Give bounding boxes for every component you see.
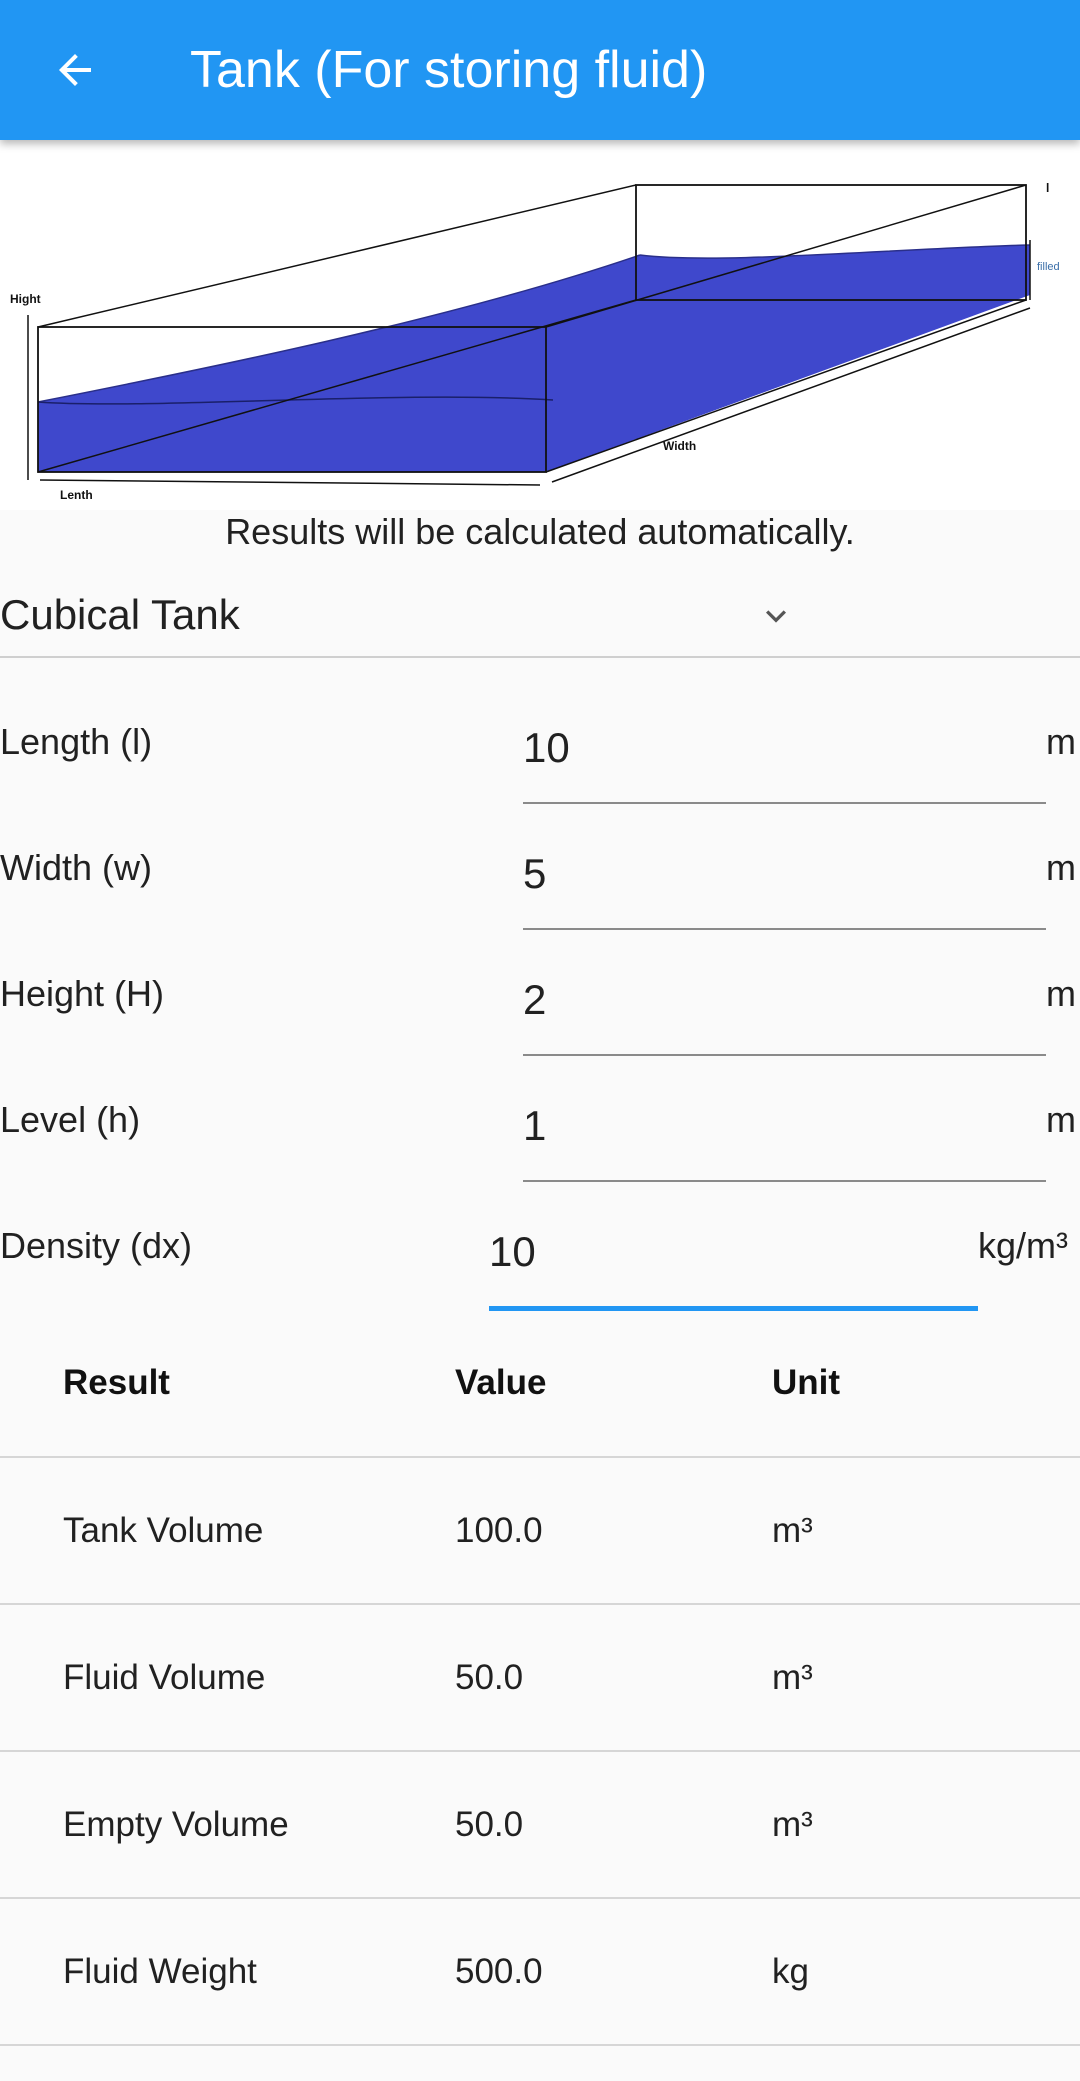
fluid-fill [38,245,1030,472]
height-label: Height (H) [0,973,165,1014]
tank-type-dropdown[interactable]: Cubical Tank [0,580,1080,658]
result-value: 100.0 [455,1510,543,1550]
diagram-label-filled: filled [1037,261,1060,273]
page-title: Tank (For storing fluid) [190,41,708,99]
width-label: Width (w) [0,847,152,888]
diagram-label-width: Width [663,439,696,453]
result-unit: m³ [772,1804,813,1844]
level-input[interactable] [523,1094,1046,1182]
length-input[interactable] [523,716,1046,804]
table-row: Fluid Volume 50.0 m³ [0,1605,1080,1752]
diagram-label-l: l [1046,181,1049,195]
result-name: Fluid Volume [63,1657,266,1697]
width-unit: m [1046,847,1076,888]
app-bar: Tank (For storing fluid) [0,0,1080,140]
result-value: 500.0 [455,1951,543,1991]
length-unit: m [1046,721,1076,762]
chevron-down-icon[interactable] [756,596,796,636]
header-unit: Unit [772,1363,841,1402]
tank-type-value: Cubical Tank [0,591,240,638]
result-name: Tank Volume [63,1510,264,1550]
height-input[interactable] [523,968,1046,1056]
result-unit: m³ [772,1657,813,1697]
density-unit: kg/m³ [978,1225,1068,1266]
height-unit: m [1046,973,1076,1014]
result-unit: m³ [772,1510,813,1550]
table-header-row: Result Value Unit [0,1310,1080,1458]
results-table: Result Value Unit Tank Volume 100.0 m³ F… [0,1310,1080,2046]
table-row: Empty Volume 50.0 m³ [0,1752,1080,1899]
table-row: Tank Volume 100.0 m³ [0,1458,1080,1605]
arrow-back-icon [59,54,91,86]
header-value: Value [455,1363,547,1402]
density-label: Density (dx) [0,1225,193,1266]
density-input[interactable] [489,1220,978,1311]
result-name: Fluid Weight [63,1951,257,1991]
length-label: Length (l) [0,721,153,762]
back-button[interactable] [40,30,110,110]
diagram-label-lenth: Lenth [60,488,93,502]
tank-diagram: Hight Lenth Width filled l [0,140,1080,510]
result-value: 50.0 [455,1804,524,1844]
result-name: Empty Volume [63,1804,289,1844]
level-unit: m [1046,1099,1076,1140]
result-unit: kg [772,1951,809,1991]
auto-calc-hint: Results will be calculated automatically… [225,511,855,552]
width-input[interactable] [523,842,1046,930]
header-result: Result [63,1363,170,1402]
result-value: 50.0 [455,1657,524,1697]
table-row: Fluid Weight 500.0 kg [0,1899,1080,2046]
diagram-label-hight: Hight [10,292,41,306]
level-label: Level (h) [0,1099,141,1140]
